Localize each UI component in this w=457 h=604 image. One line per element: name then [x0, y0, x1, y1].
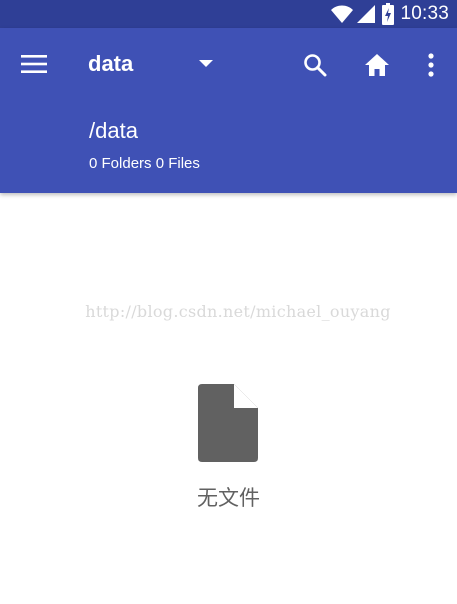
- current-path-title: /data: [89, 118, 138, 143]
- toolbar: data /data 0 Folders 0 Files: [0, 28, 457, 193]
- cellular-signal-icon: [356, 4, 376, 24]
- search-icon[interactable]: [294, 44, 336, 86]
- dropdown-arrow-icon: [199, 55, 213, 73]
- folder-spinner[interactable]: data: [88, 46, 213, 82]
- status-bar: 10:33: [0, 0, 457, 28]
- status-time: 10:33: [400, 3, 449, 24]
- spinner-selected-label: data: [88, 51, 134, 76]
- wifi-icon: [330, 4, 354, 24]
- home-icon[interactable]: [356, 44, 398, 86]
- more-vert-icon[interactable]: [416, 44, 446, 86]
- status-icons: 10:33: [330, 0, 449, 28]
- battery-charging-icon: [382, 3, 395, 25]
- file-icon: [198, 384, 258, 462]
- folder-file-count: 0 Folders 0 Files: [89, 155, 200, 172]
- empty-state-message: 无文件: [197, 486, 260, 510]
- hamburger-menu-icon[interactable]: [14, 44, 54, 84]
- watermark-text: http://blog.csdn.net/michael_ouyang: [85, 302, 391, 321]
